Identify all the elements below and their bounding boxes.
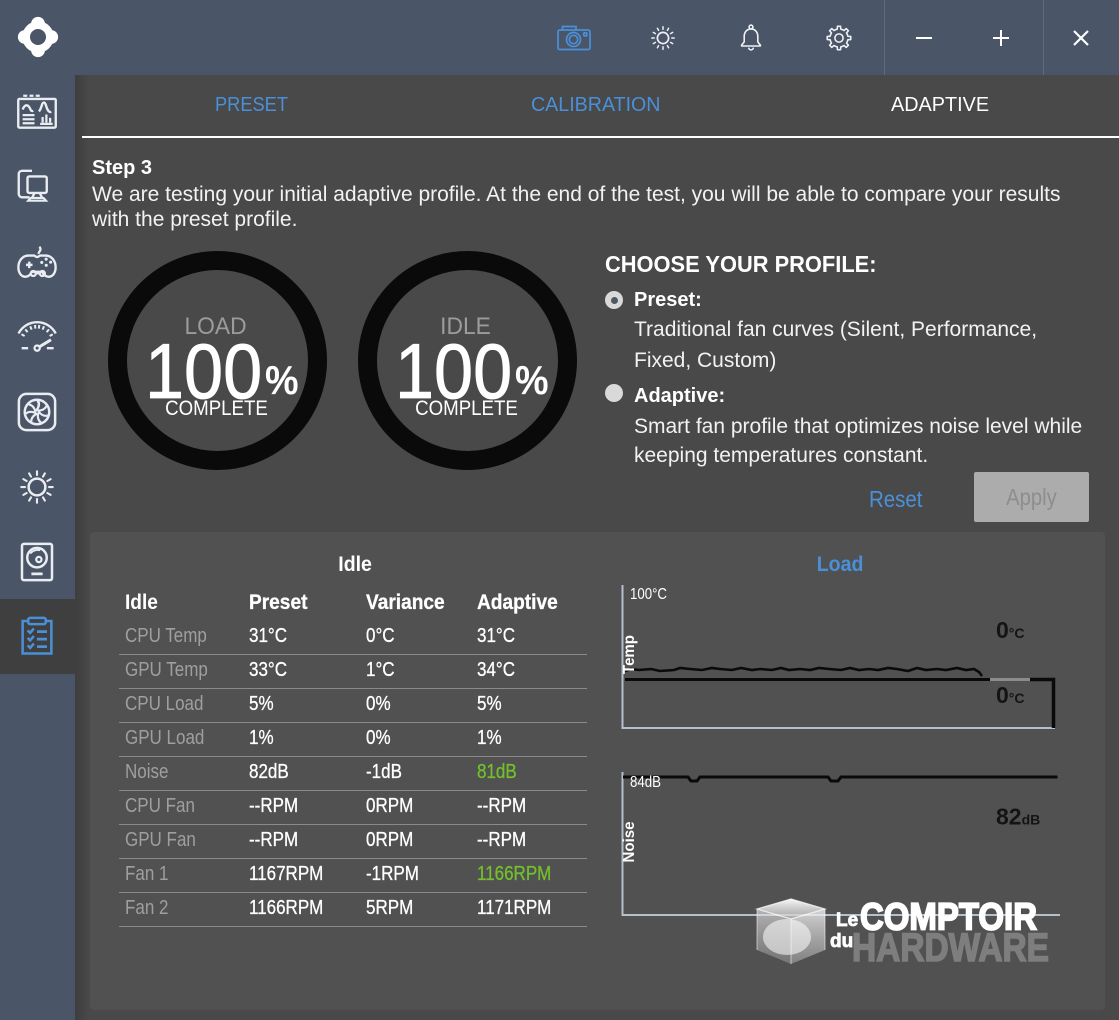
svg-text:100°C: 100°C — [630, 586, 667, 603]
svg-text:84dB: 84dB — [630, 774, 661, 791]
svg-text:Noise: Noise — [621, 821, 638, 862]
svg-text:HARDWARE: HARDWARE — [852, 926, 1049, 970]
svg-text:Temp: Temp — [621, 635, 638, 674]
svg-text:0°C: 0°C — [996, 617, 1025, 643]
svg-text:du: du — [830, 931, 853, 952]
svg-text:82dB: 82dB — [996, 804, 1040, 830]
svg-text:0°C: 0°C — [996, 682, 1025, 708]
